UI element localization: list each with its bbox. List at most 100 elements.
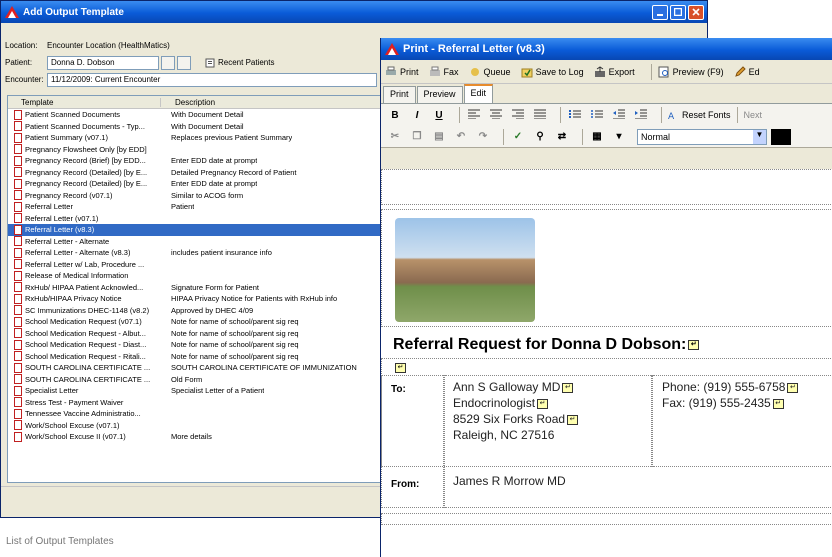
- chevron-down-icon[interactable]: ▼: [753, 129, 766, 144]
- list-item[interactable]: Patient Scanned Documents With Document D…: [8, 109, 384, 121]
- minimize-button[interactable]: [652, 4, 668, 20]
- column-header-description[interactable]: Description: [161, 98, 215, 107]
- bold-button[interactable]: B: [387, 110, 403, 121]
- list-item[interactable]: SC Immunizations DHEC-1148 (v8.2) Approve…: [8, 305, 384, 317]
- list-item[interactable]: School Medication Request - Diast... Note…: [8, 339, 384, 351]
- italic-button[interactable]: I: [409, 110, 425, 121]
- recent-patients-button[interactable]: Recent Patients: [205, 58, 274, 68]
- list-item[interactable]: RxHub/ HIPAA Patient Acknowled... Signatu…: [8, 282, 384, 294]
- template-name: School Medication Request - Diast...: [25, 340, 147, 350]
- cut-icon[interactable]: ✂: [387, 131, 403, 142]
- template-name: Release of Medical Information: [25, 271, 129, 281]
- list-item[interactable]: Tennessee Vaccine Administratio...: [8, 408, 384, 420]
- document-icon: [14, 236, 22, 247]
- list-item[interactable]: Pregnancy Flowsheet Only [by EDD]: [8, 144, 384, 156]
- undo-icon[interactable]: ↶: [453, 131, 469, 142]
- location-value: Encounter Location (HealthMatics): [47, 41, 170, 50]
- template-description: Note for name of school/parent sig req: [171, 328, 299, 338]
- template-list[interactable]: Template Description Patient Scanned Doc…: [7, 95, 385, 483]
- template-description: With Document Detail: [171, 110, 244, 120]
- list-item[interactable]: Work/School Excuse (v07.1): [8, 420, 384, 432]
- paste-icon[interactable]: ▤: [431, 131, 447, 142]
- list-item[interactable]: Referral Letter - Alternate (v8.3) includ…: [8, 247, 384, 259]
- list-item[interactable]: Referral Letter - Alternate: [8, 236, 384, 248]
- edit-button[interactable]: Ed: [734, 65, 760, 78]
- list-item[interactable]: Specialist Letter Specialist Letter of a …: [8, 385, 384, 397]
- list-item[interactable]: Release of Medical Information: [8, 270, 384, 282]
- printer-icon: [386, 66, 396, 75]
- list-item[interactable]: Referral Letter w/ Lab, Procedure ...: [8, 259, 384, 271]
- list-item[interactable]: Work/School Excuse II (v07.1) More detail…: [8, 431, 384, 443]
- fax-button[interactable]: Fax: [429, 66, 459, 78]
- list-item[interactable]: SOUTH CAROLINA CERTIFICATE ... Old Form: [8, 374, 384, 386]
- view-tabs: Print Preview Edit: [381, 84, 832, 104]
- status-strip: [1, 486, 383, 516]
- document-editor[interactable]: Referral Request for Donna D Dobson: ↵ ↵ …: [381, 169, 832, 557]
- tab-print[interactable]: Print: [383, 86, 416, 103]
- encounter-field[interactable]: 11/12/2009: Current Encounter: [47, 72, 377, 87]
- table-icon[interactable]: ▦: [589, 131, 605, 142]
- toolbar-divider: [560, 107, 561, 123]
- window-titlebar[interactable]: Add Output Template: [1, 1, 707, 23]
- bullet-list-button[interactable]: [589, 109, 605, 122]
- reset-fonts-button[interactable]: A Reset Fonts: [668, 110, 731, 120]
- queue-button[interactable]: Queue: [469, 66, 511, 78]
- tab-preview[interactable]: Preview: [416, 86, 463, 103]
- save-to-log-button[interactable]: Save to Log: [521, 66, 584, 78]
- list-item[interactable]: Pregnancy Record (Detailed) [by E... Deta…: [8, 167, 384, 179]
- template-name: School Medication Request (v07.1): [25, 317, 142, 327]
- list-item[interactable]: School Medication Request (v07.1) Note fo…: [8, 316, 384, 328]
- align-center-button[interactable]: [488, 109, 504, 122]
- align-right-button[interactable]: [510, 109, 526, 122]
- list-item[interactable]: Stress Test - Payment Waiver: [8, 397, 384, 409]
- font-color-swatch[interactable]: [771, 128, 791, 145]
- align-left-button[interactable]: [466, 109, 482, 122]
- list-item[interactable]: SOUTH CAROLINA CERTIFICATE ... SOUTH CARO…: [8, 362, 384, 374]
- replace-icon[interactable]: ⇄: [554, 131, 570, 142]
- list-item[interactable]: Referral Letter (v8.3): [8, 224, 384, 236]
- list-item[interactable]: Pregnancy Record (v07.1) Similar to ACOG …: [8, 190, 384, 202]
- indent-button[interactable]: [633, 109, 649, 122]
- tab-edit[interactable]: Edit: [463, 84, 494, 103]
- redo-icon[interactable]: ↷: [475, 131, 491, 142]
- recent-patients-icon: [205, 58, 215, 67]
- window-titlebar[interactable]: Print - Referral Letter (v8.3): [381, 38, 832, 60]
- maximize-button[interactable]: [670, 4, 686, 20]
- document-icon: [14, 213, 22, 224]
- list-item[interactable]: Pregnancy Record (Brief) [by EDD... Enter…: [8, 155, 384, 167]
- print-button[interactable]: Print: [385, 66, 419, 78]
- list-item[interactable]: School Medication Request - Ritali... Not…: [8, 351, 384, 363]
- justify-button[interactable]: [532, 109, 548, 122]
- list-item[interactable]: Referral Letter Patient: [8, 201, 384, 213]
- list-item[interactable]: Patient Summary (v07.1) Replaces previous…: [8, 132, 384, 144]
- numbered-list-button[interactable]: [567, 109, 583, 122]
- template-description: Replaces previous Patient Summary: [171, 133, 293, 143]
- preview-button[interactable]: Preview (F9): [658, 66, 724, 78]
- next-button[interactable]: Next: [744, 110, 763, 120]
- patient-folder-button[interactable]: [177, 55, 191, 70]
- doc-heading-text: Referral Request for Donna D Dobson:: [393, 336, 687, 353]
- patient-field[interactable]: Donna D. Dobson: [47, 55, 159, 70]
- document-icon: [14, 224, 22, 235]
- app-logo-icon: [385, 43, 399, 55]
- table-dropdown-icon[interactable]: ▾: [611, 131, 627, 142]
- close-button[interactable]: [688, 4, 704, 20]
- list-item[interactable]: Referral Letter (v07.1): [8, 213, 384, 225]
- building-photo: [395, 218, 535, 322]
- justify-icon: [534, 109, 546, 119]
- underline-button[interactable]: U: [431, 110, 447, 121]
- list-item[interactable]: Pregnancy Record (Detailed) [by E... Ente…: [8, 178, 384, 190]
- spellcheck-icon[interactable]: ✓: [510, 131, 526, 142]
- patient-lookup-button[interactable]: [161, 55, 175, 70]
- column-header-template[interactable]: Template: [8, 97, 161, 107]
- list-item[interactable]: School Medication Request - Albut... Note…: [8, 328, 384, 340]
- export-button[interactable]: Export: [594, 65, 635, 78]
- copy-icon[interactable]: ❐: [409, 131, 425, 142]
- template-description: Note for name of school/parent sig req: [171, 351, 299, 361]
- paragraph-style-select[interactable]: Normal ▼: [637, 128, 767, 145]
- list-item[interactable]: Patient Scanned Documents - Typ... With D…: [8, 121, 384, 133]
- list-item[interactable]: RxHub/HIPAA Privacy Notice HIPAA Privacy …: [8, 293, 384, 305]
- outdent-button[interactable]: [611, 109, 627, 122]
- preview-label: Preview (F9): [672, 66, 724, 77]
- find-icon[interactable]: ⚲: [532, 131, 548, 142]
